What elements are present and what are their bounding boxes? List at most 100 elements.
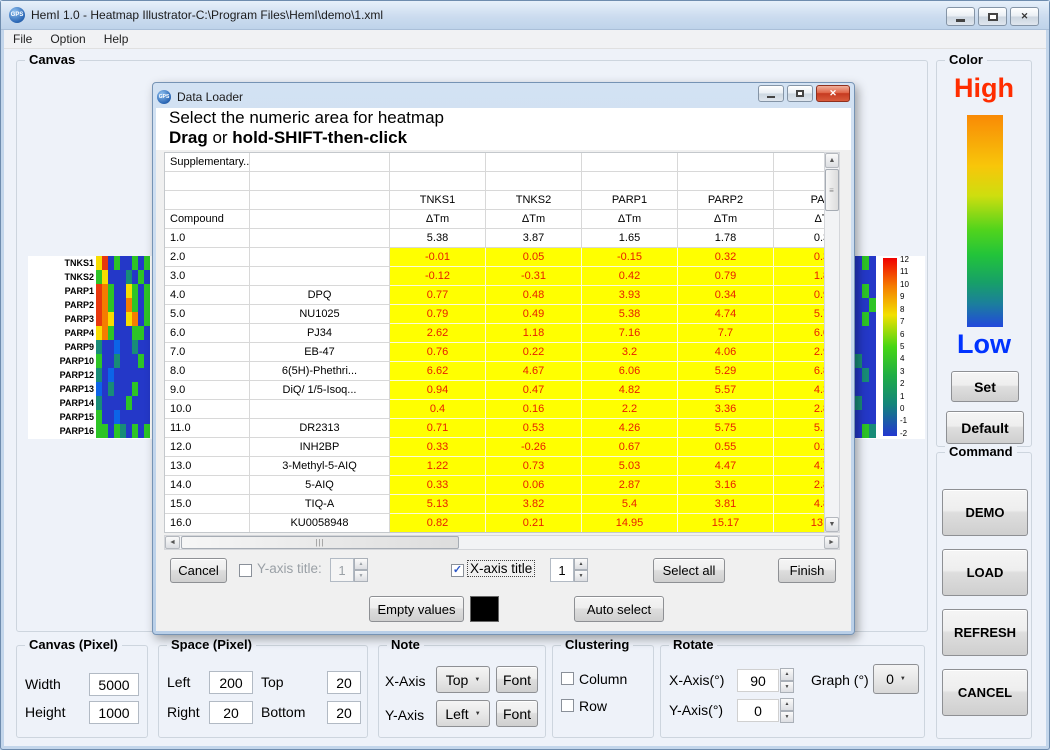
clustering-row-checkbox[interactable]: [561, 699, 574, 712]
default-button[interactable]: Default: [946, 411, 1024, 444]
menu-help[interactable]: Help: [95, 31, 138, 47]
table-cell[interactable]: 12.0: [165, 438, 250, 457]
table-cell[interactable]: [165, 172, 250, 191]
scroll-left-icon[interactable]: ◄: [165, 536, 180, 549]
table-row[interactable]: 9.0DiQ/ 1/5-Isoq...0.940.474.825.574.3: [165, 381, 824, 400]
spin-down-icon[interactable]: ▼: [354, 570, 368, 582]
table-cell[interactable]: 6.8: [774, 362, 824, 381]
y-axis-title-spinner[interactable]: ▲ ▼: [354, 558, 368, 582]
table-cell[interactable]: 2.9: [774, 343, 824, 362]
table-cell[interactable]: 1.78: [678, 229, 774, 248]
table-row[interactable]: 4.0DPQ0.770.483.930.340.9: [165, 286, 824, 305]
table-cell[interactable]: -0.01: [390, 248, 486, 267]
table-cell[interactable]: 4.7: [774, 457, 824, 476]
scroll-up-icon[interactable]: ▲: [825, 153, 839, 168]
table-cell[interactable]: Supplementary...: [165, 153, 250, 172]
table-cell[interactable]: 2.8: [774, 400, 824, 419]
table-cell[interactable]: INH2BP: [250, 438, 390, 457]
dialog-close-button[interactable]: ✕: [816, 85, 850, 102]
table-cell[interactable]: 4.26: [582, 419, 678, 438]
table-cell[interactable]: 4.82: [582, 381, 678, 400]
table-cell[interactable]: 3.82: [486, 495, 582, 514]
table-cell[interactable]: 5.4: [582, 495, 678, 514]
table-cell[interactable]: 4.0: [165, 286, 250, 305]
table-cell[interactable]: 13.7: [774, 514, 824, 533]
table-cell[interactable]: KU0058948: [250, 514, 390, 533]
table-cell[interactable]: -0.12: [390, 267, 486, 286]
table-cell[interactable]: [486, 172, 582, 191]
maximize-button[interactable]: [978, 7, 1007, 26]
table-cell[interactable]: 0.21: [486, 514, 582, 533]
table-cell[interactable]: 3.36: [678, 400, 774, 419]
dialog-minimize-button[interactable]: [758, 85, 784, 102]
spin-up-icon[interactable]: ▲: [780, 668, 794, 681]
table-cell[interactable]: 3.0: [165, 267, 250, 286]
table-cell[interactable]: 0.2: [774, 438, 824, 457]
table-cell[interactable]: -0.31: [486, 267, 582, 286]
table-cell[interactable]: 1.22: [390, 457, 486, 476]
auto-select-button[interactable]: Auto select: [574, 596, 664, 622]
table-cell[interactable]: 0.3: [774, 229, 824, 248]
table-cell[interactable]: 0.9: [774, 286, 824, 305]
table-cell[interactable]: [250, 210, 390, 229]
table-cell[interactable]: ΔTm: [582, 210, 678, 229]
x-axis-title-spinbox[interactable]: 1: [550, 558, 574, 582]
main-titlebar[interactable]: GPS HemI 1.0 - Heatmap Illustrator-C:\Pr…: [1, 1, 1049, 30]
table-cell[interactable]: ΔTm: [390, 210, 486, 229]
x-axis-title-spinner[interactable]: ▲ ▼: [574, 558, 588, 582]
table-cell[interactable]: -0.15: [582, 248, 678, 267]
table-cell[interactable]: 5.38: [582, 305, 678, 324]
dialog-titlebar[interactable]: GPS Data Loader ✕: [157, 86, 850, 107]
table-cell[interactable]: [582, 172, 678, 191]
table-cell[interactable]: 0.22: [486, 343, 582, 362]
spin-down-icon[interactable]: ▼: [780, 711, 794, 724]
rotate-x-spinner[interactable]: ▲ ▼: [780, 668, 794, 693]
table-cell[interactable]: 0.48: [486, 286, 582, 305]
table-cell[interactable]: 15.0: [165, 495, 250, 514]
demo-button[interactable]: DEMO: [942, 489, 1028, 536]
table-row[interactable]: CompoundΔTmΔTmΔTmΔTmΔT: [165, 210, 824, 229]
table-cell[interactable]: 0.49: [486, 305, 582, 324]
x-axis-title-checkbox[interactable]: ✓: [451, 564, 464, 577]
table-cell[interactable]: 8.0: [165, 362, 250, 381]
menu-file[interactable]: File: [4, 31, 41, 47]
table-cell[interactable]: 0.42: [582, 267, 678, 286]
canvas-width-input[interactable]: 5000: [89, 673, 139, 696]
spin-up-icon[interactable]: ▲: [574, 558, 588, 570]
table-cell[interactable]: 0.33: [390, 476, 486, 495]
space-left-input[interactable]: 200: [209, 671, 253, 694]
table-cell[interactable]: [250, 400, 390, 419]
vertical-scrollbar[interactable]: ▲ ≡ ▼: [824, 152, 840, 533]
spin-up-icon[interactable]: ▲: [780, 698, 794, 711]
table-cell[interactable]: Compound: [165, 210, 250, 229]
clustering-column-checkbox[interactable]: [561, 672, 574, 685]
table-cell[interactable]: NU1025: [250, 305, 390, 324]
data-table[interactable]: Supplementary...TNKS1TNKS2PARP1PARP2PARC…: [164, 152, 824, 533]
table-row[interactable]: 2.0-0.010.05-0.150.320.3: [165, 248, 824, 267]
horizontal-scroll-thumb[interactable]: |||: [181, 536, 459, 549]
table-cell[interactable]: 0.79: [390, 305, 486, 324]
table-cell[interactable]: [678, 172, 774, 191]
rotate-x-input[interactable]: 90: [737, 669, 779, 692]
table-cell[interactable]: 6.0: [774, 324, 824, 343]
table-row[interactable]: 8.06(5H)-Phethri...6.624.676.065.296.8: [165, 362, 824, 381]
rotate-y-input[interactable]: 0: [737, 699, 779, 722]
table-cell[interactable]: 2.87: [582, 476, 678, 495]
empty-values-color-swatch[interactable]: [470, 596, 499, 622]
table-cell[interactable]: ΔTm: [678, 210, 774, 229]
table-cell[interactable]: 5.03: [582, 457, 678, 476]
table-cell[interactable]: 0.16: [486, 400, 582, 419]
table-cell[interactable]: 9.0: [165, 381, 250, 400]
table-cell[interactable]: 0.05: [486, 248, 582, 267]
color-gradient-bar[interactable]: [967, 115, 1003, 327]
table-cell[interactable]: [774, 153, 824, 172]
table-cell[interactable]: 4.3: [774, 381, 824, 400]
table-cell[interactable]: 13.0: [165, 457, 250, 476]
table-cell[interactable]: 14.0: [165, 476, 250, 495]
table-cell[interactable]: TIQ-A: [250, 495, 390, 514]
table-cell[interactable]: 3.16: [678, 476, 774, 495]
table-cell[interactable]: -0.26: [486, 438, 582, 457]
table-cell[interactable]: 0.55: [678, 438, 774, 457]
table-cell[interactable]: 0.94: [390, 381, 486, 400]
rotate-y-spinner[interactable]: ▲ ▼: [780, 698, 794, 723]
